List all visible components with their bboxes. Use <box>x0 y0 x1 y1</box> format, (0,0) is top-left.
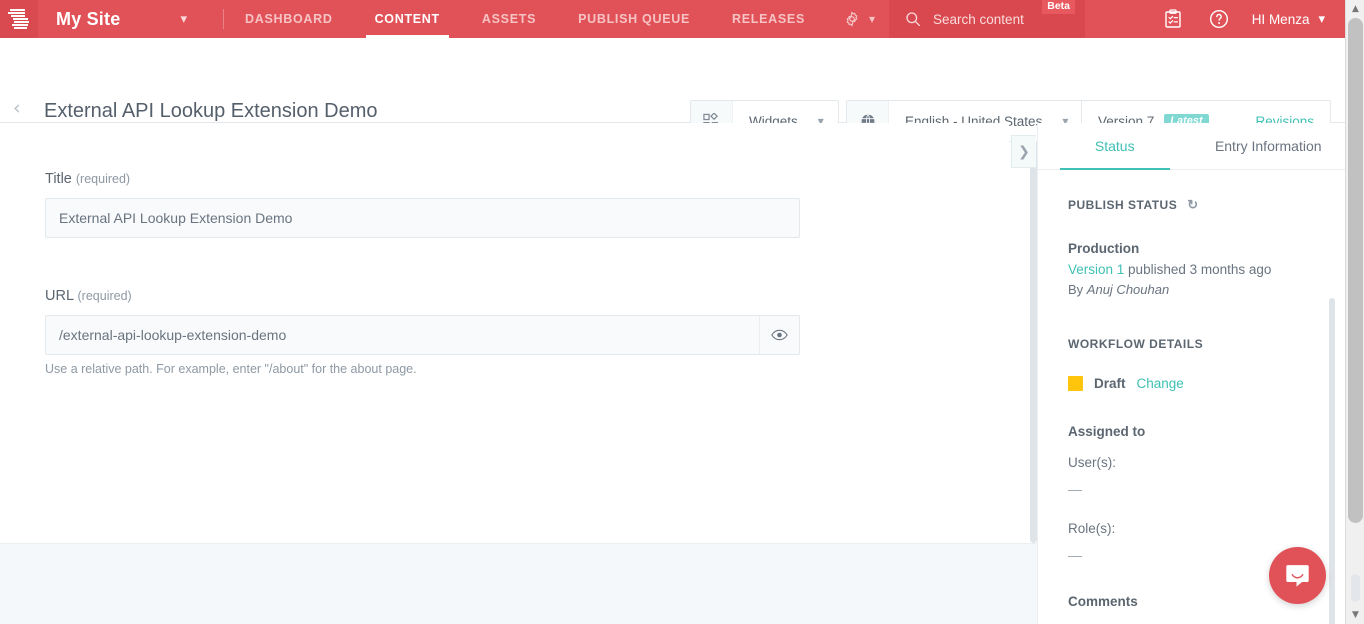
environment-name: Production <box>1068 241 1140 256</box>
help-button[interactable] <box>1196 0 1242 38</box>
search-icon <box>906 12 921 27</box>
workflow-state-color-swatch <box>1068 376 1083 391</box>
content-form-area: Title (required) External API Lookup Ext… <box>0 123 1009 543</box>
tab-label: Entry Information <box>1214 138 1322 154</box>
url-preview-button[interactable] <box>759 316 799 354</box>
eye-icon <box>771 329 788 341</box>
user-greeting-label: HI Menza <box>1251 11 1310 27</box>
gear-icon <box>846 11 858 27</box>
title-label-text: Title <box>45 171 72 187</box>
nav-item-dashboard[interactable]: DASHBOARD <box>224 0 354 38</box>
sidebar-scrollbar[interactable] <box>1329 298 1335 624</box>
url-required-note: (required) <box>77 289 132 303</box>
sidebar-body: PUBLISH STATUS ↻ Production Version 1 pu… <box>1038 170 1345 609</box>
content-subheader: ‹ External API Lookup Extension Demo Con… <box>0 38 1345 144</box>
site-selector[interactable]: My Site ▾ <box>38 0 223 38</box>
title-required-note: (required) <box>75 172 131 186</box>
app-root: My Site ▾ DASHBOARD CONTENT ASSETS PUBLI… <box>0 0 1364 624</box>
workflow-heading-text: WORKFLOW DETAILS <box>1068 337 1204 351</box>
browser-scrollbar[interactable]: ▲ ▼ <box>1345 0 1364 624</box>
search-placeholder: Search content <box>933 11 1024 27</box>
url-input[interactable]: /external-api-lookup-extension-demo <box>45 315 800 355</box>
settings-menu-button[interactable]: ▾ <box>826 0 889 38</box>
assigned-to-heading: Assigned to <box>1068 424 1146 439</box>
assigned-roles-label: Role(s): <box>1068 521 1116 536</box>
clipboard-tasks-icon <box>1164 9 1181 28</box>
user-menu-button[interactable]: HI Menza ▾ <box>1242 11 1339 27</box>
publish-status-heading-text: PUBLISH STATUS <box>1068 198 1178 212</box>
site-name-label: My Site <box>56 8 121 29</box>
nav-item-publish-queue[interactable]: PUBLISH QUEUE <box>557 0 711 38</box>
workflow-state-label: Draft <box>1094 376 1126 391</box>
tab-status[interactable]: Status <box>1038 123 1192 170</box>
assigned-users-label: User(s): <box>1068 455 1116 470</box>
assigned-users-value: — <box>1068 481 1082 497</box>
title-input-value: External API Lookup Extension Demo <box>59 210 293 226</box>
sidebar-collapse-toggle[interactable]: ❯ <box>1011 135 1036 168</box>
scroll-up-icon[interactable]: ▲ <box>1346 0 1364 18</box>
kontent-logo-icon <box>7 7 31 31</box>
author-name: Anuj Chouhan <box>1086 282 1170 297</box>
sidebar-tabs: Status Entry Information <box>1038 123 1345 170</box>
nav-item-content[interactable]: CONTENT <box>354 0 461 38</box>
published-text: published 3 months ago <box>1124 262 1272 277</box>
url-label-text: URL <box>45 288 74 304</box>
scrollbar-thumb[interactable] <box>1348 18 1363 523</box>
topnav-right-group: HI Menza ▾ <box>1150 0 1345 38</box>
version-1-link[interactable]: Version 1 <box>1068 262 1124 277</box>
search-input[interactable]: Search content Beta <box>889 0 1086 38</box>
chat-launcher-button[interactable] <box>1269 547 1326 604</box>
beta-badge: Beta <box>1042 0 1076 15</box>
workflow-state-row: Draft Change <box>1068 376 1315 391</box>
url-input-value: /external-api-lookup-extension-demo <box>59 327 287 343</box>
nav-item-assets[interactable]: ASSETS <box>461 0 557 38</box>
app-logo[interactable] <box>0 0 38 38</box>
content-scrollbar[interactable] <box>1030 140 1037 543</box>
by-prefix: By <box>1068 282 1087 297</box>
nav-label: CONTENT <box>374 12 440 26</box>
url-field-label: URL (required) <box>45 288 132 304</box>
question-circle-icon <box>1209 9 1228 29</box>
workflow-details-heading: WORKFLOW DETAILS <box>1068 337 1315 351</box>
scroll-down-icon[interactable]: ▼ <box>1346 606 1364 624</box>
chevron-down-icon: ▾ <box>1318 11 1325 26</box>
scrollbar-mini-thumb[interactable] <box>1351 574 1360 602</box>
tab-entry-information[interactable]: Entry Information <box>1192 123 1346 169</box>
back-button[interactable]: ‹ <box>13 97 21 119</box>
intercom-chat-icon <box>1286 565 1309 587</box>
nav-label: DASHBOARD <box>245 12 333 26</box>
url-helper-text: Use a relative path. For example, enter … <box>45 362 417 376</box>
refresh-icon[interactable]: ↻ <box>1187 197 1198 213</box>
tasks-button[interactable] <box>1150 0 1196 38</box>
title-field-label: Title (required) <box>45 171 130 187</box>
title-input[interactable]: External API Lookup Extension Demo <box>45 198 800 238</box>
nav-label: ASSETS <box>481 12 537 26</box>
nav-item-releases[interactable]: RELEASES <box>711 0 826 38</box>
workflow-change-link[interactable]: Change <box>1137 376 1184 391</box>
publish-status-heading: PUBLISH STATUS ↻ <box>1068 197 1315 213</box>
tab-label: Status <box>1094 138 1135 154</box>
chevron-down-icon: ▾ <box>180 11 187 26</box>
page-title: External API Lookup Extension Demo <box>44 100 378 122</box>
nav-label: PUBLISH QUEUE <box>578 12 690 26</box>
publish-version-line: Version 1 published 3 months ago <box>1068 262 1315 277</box>
nav-label: RELEASES <box>732 12 805 26</box>
chevron-down-icon: ▾ <box>868 12 876 26</box>
primary-nav: DASHBOARD CONTENT ASSETS PUBLISH QUEUE R… <box>224 0 826 38</box>
top-navigation-bar: My Site ▾ DASHBOARD CONTENT ASSETS PUBLI… <box>0 0 1345 38</box>
publish-author-line: By Anuj Chouhan <box>1068 282 1315 297</box>
